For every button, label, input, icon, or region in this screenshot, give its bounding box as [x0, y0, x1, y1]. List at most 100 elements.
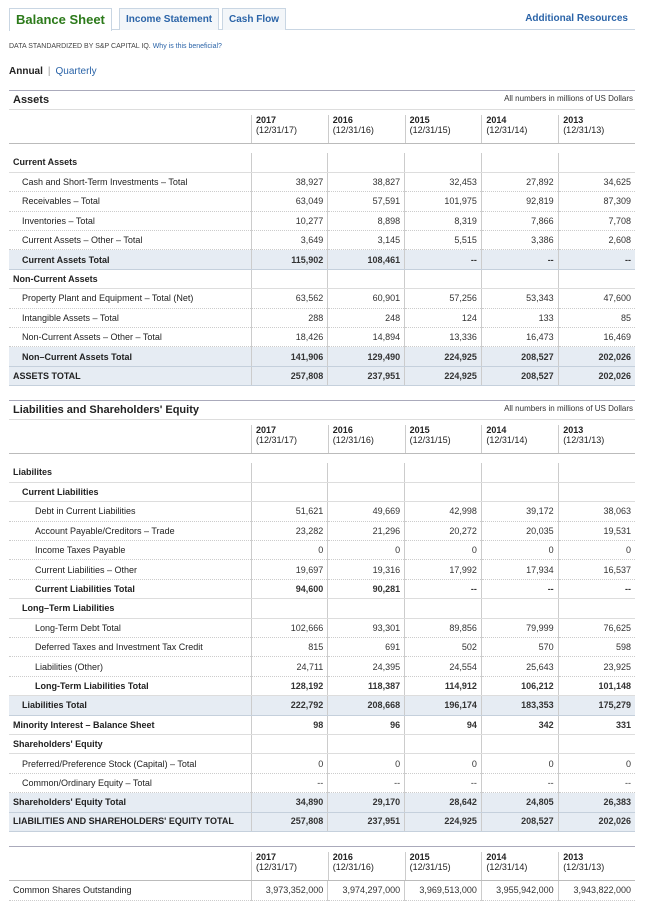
- value-cell: 257,808: [250, 812, 328, 832]
- value-cell: 39,172: [480, 501, 559, 522]
- year-label: 2017: [256, 852, 277, 862]
- value-cell: [557, 734, 636, 755]
- spacer-row: [9, 144, 635, 153]
- total-row: Current Assets Total 115,902 108,461 -- -- --: [9, 249, 636, 270]
- value-cell: 288: [250, 308, 328, 329]
- value-cell: 13,336: [404, 327, 482, 348]
- value-cell: 124: [404, 308, 482, 329]
- assets-section: Assets All numbers in millions of US Dol…: [9, 90, 636, 387]
- value-cell: 208,527: [480, 346, 559, 367]
- value-cell: 0: [480, 540, 559, 561]
- value-cell: 17,992: [404, 559, 482, 580]
- liabilities-title: Liabilities and Shareholders' Equity: [13, 404, 199, 416]
- annual-option[interactable]: Annual: [9, 66, 43, 77]
- table-row: Common/Ordinary Equity – Total -- -- -- -- --: [9, 773, 636, 794]
- value-cell: 60,901: [327, 288, 405, 309]
- table-row: Common Shares Outstanding 3,973,352,000 3,…: [9, 881, 635, 901]
- table-row: Debt in Current Liabilities 51,621 49,669 4…: [9, 501, 636, 522]
- value-cell: 0: [557, 753, 636, 774]
- value-cell: 115,902: [250, 249, 328, 270]
- year-date: (12/31/14): [486, 862, 528, 872]
- value-cell: 18,426: [250, 327, 328, 348]
- period-selector: Annual | Quarterly: [9, 66, 97, 77]
- value-cell: 3,145: [327, 230, 405, 251]
- table-row: Long-Term Debt Total 102,666 93,301 89,856 7…: [9, 618, 636, 639]
- value-cell: --: [557, 249, 636, 270]
- year-column-header: 2016 (12/31/16): [327, 115, 404, 143]
- table-row: Inventories – Total 10,277 8,898 8,319 7,866…: [9, 211, 636, 232]
- row-label: Intangible Assets – Total: [9, 308, 251, 329]
- row-label: Common/Ordinary Equity – Total: [9, 773, 251, 794]
- year-date: (12/31/16): [332, 125, 374, 135]
- value-cell: 208,527: [480, 812, 559, 832]
- value-cell: [557, 269, 636, 290]
- table-row: Current Liabilities Total 94,600 90,281 -- -…: [9, 579, 636, 600]
- value-cell: [327, 153, 405, 173]
- tab-balance-sheet[interactable]: Balance Sheet: [9, 8, 112, 31]
- value-cell: 29,170: [327, 792, 405, 813]
- value-cell: 23,282: [250, 521, 328, 542]
- value-cell: 24,554: [404, 656, 482, 677]
- year-label: 2013: [563, 425, 584, 435]
- value-cell: [480, 463, 559, 483]
- year-date: (12/31/14): [486, 125, 528, 135]
- value-cell: 202,026: [557, 346, 636, 367]
- table-row: Current Liabilities – Other 19,697 19,316 1…: [9, 559, 636, 580]
- row-label: Preferred/Preference Stock (Capital) – T…: [9, 753, 251, 774]
- quarterly-option[interactable]: Quarterly: [56, 66, 97, 77]
- value-cell: 0: [404, 540, 482, 561]
- value-cell: 108,461: [327, 249, 405, 270]
- value-cell: 129,490: [327, 346, 405, 367]
- row-label: Current Assets – Other – Total: [9, 230, 251, 251]
- value-cell: 331: [557, 715, 636, 735]
- row-label: Long-Term Debt Total: [9, 618, 251, 639]
- value-cell: 128,192: [250, 676, 328, 697]
- table-row: Non-Current Assets – Other – Total 18,426…: [9, 327, 636, 348]
- value-cell: 98: [250, 715, 328, 735]
- assets-header: Assets All numbers in millions of US Dol…: [9, 90, 635, 110]
- year-column-header: 2016 (12/31/16): [327, 852, 404, 880]
- value-cell: --: [404, 773, 482, 794]
- value-cell: 10,277: [250, 211, 328, 232]
- value-cell: 76,625: [557, 618, 636, 639]
- value-cell: 196,174: [404, 695, 482, 716]
- year-column-header: 2017 (12/31/17): [251, 115, 327, 143]
- tab-cash-flow[interactable]: Cash Flow: [222, 8, 287, 30]
- row-label: Account Payable/Creditors – Trade: [9, 521, 251, 542]
- value-cell: 20,272: [404, 521, 482, 542]
- year-date: (12/31/16): [332, 435, 374, 445]
- section-header-row: Shareholders' Equity: [9, 734, 636, 755]
- value-cell: 224,925: [404, 812, 482, 832]
- value-cell: [480, 153, 559, 173]
- table-row: Intangible Assets – Total 288 248 124 133 85: [9, 308, 636, 329]
- value-cell: 141,906: [250, 346, 328, 367]
- value-cell: [404, 463, 482, 483]
- value-cell: 38,927: [250, 172, 328, 193]
- tab-income-statement[interactable]: Income Statement: [119, 8, 220, 30]
- row-label: Liabilities Total: [9, 695, 251, 716]
- value-cell: 0: [250, 540, 328, 561]
- row-label: Cash and Short-Term Investments – Total: [9, 172, 251, 193]
- value-cell: 8,319: [404, 211, 482, 232]
- row-label: Income Taxes Payable: [9, 540, 251, 561]
- additional-resources-link[interactable]: Additional Resources: [525, 13, 628, 24]
- why-beneficial-link[interactable]: Why is this beneficial?: [153, 43, 222, 50]
- table-row: Receivables – Total 63,049 57,591 101,975 92…: [9, 191, 636, 212]
- value-cell: 87,309: [557, 191, 636, 212]
- year-date: (12/31/13): [563, 435, 605, 445]
- total-row: Shareholders' Equity Total 34,890 29,170 28…: [9, 792, 636, 813]
- value-cell: [250, 598, 328, 619]
- year-date: (12/31/15): [409, 125, 451, 135]
- value-cell: [250, 463, 328, 483]
- value-cell: 19,531: [557, 521, 636, 542]
- table-row: Minority Interest – Balance Sheet 98 96 94 3…: [9, 715, 636, 735]
- table-row: Account Payable/Creditors – Trade 23,282 2…: [9, 521, 636, 542]
- year-label: 2015: [409, 425, 430, 435]
- year-column-header: 2017 (12/31/17): [251, 852, 327, 880]
- value-cell: [327, 734, 405, 755]
- liabilities-section: Liabilities and Shareholders' Equity All…: [9, 400, 636, 832]
- value-cell: --: [557, 773, 636, 794]
- value-cell: 101,975: [404, 191, 482, 212]
- value-cell: 237,951: [327, 812, 405, 832]
- spacer-row: [9, 454, 635, 463]
